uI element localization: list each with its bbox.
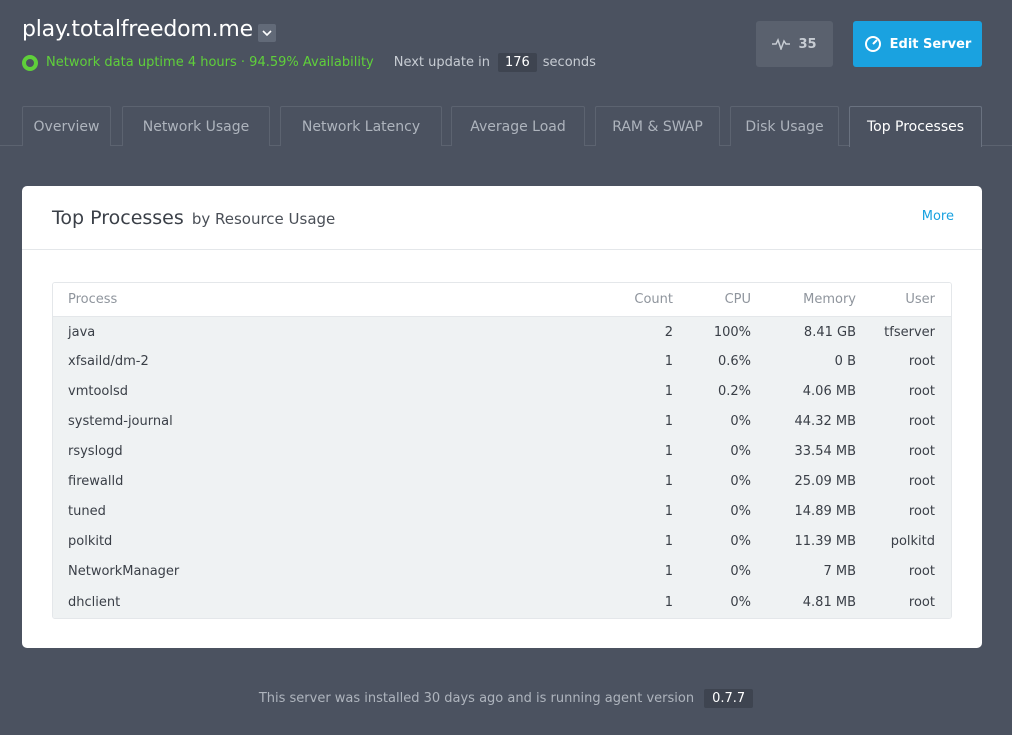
cell-memory: 4.06 MB (802, 383, 856, 399)
processes-table: Process Count CPU Memory User java 2 100% 8… (52, 282, 952, 619)
tab-overview[interactable]: Overview (22, 106, 111, 146)
column-header-cpu[interactable]: CPU (673, 283, 751, 317)
countdown-badge: 176 (497, 53, 537, 72)
tab-network-usage[interactable]: Network Usage (122, 106, 270, 146)
table-header-row: Process Count CPU Memory User (53, 283, 951, 317)
agent-version-badge: 0.7.7 (704, 689, 754, 708)
cell-count: 2 (664, 324, 673, 340)
server-name: play.totalfreedom.me (22, 17, 253, 42)
cell-cpu: 0% (730, 473, 751, 489)
cell-count: 1 (664, 413, 673, 429)
cell-process: tuned (68, 503, 106, 519)
table-row: vmtoolsd 1 0.2% 4.06 MB root (53, 376, 951, 406)
activity-button[interactable]: 35 (756, 21, 833, 67)
cell-memory: 33.54 MB (794, 443, 856, 459)
tab-ram-swap[interactable]: RAM & SWAP (595, 106, 720, 146)
cell-process: firewalld (68, 473, 124, 489)
cell-process: systemd-journal (68, 413, 173, 429)
cell-user: root (908, 413, 935, 429)
uptime-text: Network data uptime 4 hours · 94.59% Ava… (46, 55, 374, 70)
column-header-process[interactable]: Process (53, 283, 593, 317)
cell-cpu: 0% (730, 503, 751, 519)
status-line: Network data uptime 4 hours · 94.59% Ava… (22, 53, 596, 72)
cell-count: 1 (664, 443, 673, 459)
cell-user: root (908, 383, 935, 399)
cell-process: NetworkManager (68, 563, 180, 579)
column-header-user[interactable]: User (856, 283, 951, 317)
edit-server-label: Edit Server (889, 36, 972, 52)
next-update-label: Next update in (393, 55, 490, 70)
top-processes-card: Top Processes by Resource Usage More Pro… (22, 186, 982, 648)
cell-count: 1 (664, 383, 673, 399)
cell-memory: 44.32 MB (794, 413, 856, 429)
table-row: rsyslogd 1 0% 33.54 MB root (53, 436, 951, 466)
cell-memory: 14.89 MB (794, 503, 856, 519)
column-header-count[interactable]: Count (593, 283, 673, 317)
cell-user: root (908, 503, 935, 519)
cell-process: xfsaild/dm-2 (68, 353, 149, 369)
card-subtitle: by Resource Usage (191, 210, 336, 228)
cell-process: rsyslogd (68, 443, 123, 459)
cell-count: 1 (664, 533, 673, 549)
cell-user: polkitd (890, 533, 935, 549)
card-header: Top Processes by Resource Usage More (22, 186, 982, 250)
card-title: Top Processes by Resource Usage (52, 207, 335, 229)
cell-cpu: 0% (730, 563, 751, 579)
cell-user: root (908, 473, 935, 489)
cell-user: root (908, 443, 935, 459)
cell-user: tfserver (884, 324, 935, 340)
cell-cpu: 0.6% (717, 353, 751, 369)
cell-memory: 4.81 MB (802, 594, 856, 610)
server-dropdown-button[interactable] (258, 24, 276, 42)
seconds-label: seconds (542, 55, 596, 70)
cell-count: 1 (664, 473, 673, 489)
tab-network-latency[interactable]: Network Latency (280, 106, 442, 146)
cell-cpu: 0.2% (717, 383, 751, 399)
tab-disk-usage[interactable]: Disk Usage (730, 106, 839, 146)
table-row: tuned 1 0% 14.89 MB root (53, 496, 951, 526)
cell-memory: 7 MB (823, 563, 856, 579)
cell-count: 1 (664, 563, 673, 579)
table-row: dhclient 1 0% 4.81 MB root (53, 586, 951, 618)
edit-server-button[interactable]: Edit Server (853, 21, 982, 67)
table-row: NetworkManager 1 0% 7 MB root (53, 556, 951, 586)
cell-cpu: 0% (730, 443, 751, 459)
table-row: xfsaild/dm-2 1 0.6% 0 B root (53, 346, 951, 376)
table-row: systemd-journal 1 0% 44.32 MB root (53, 406, 951, 436)
cell-cpu: 0% (730, 533, 751, 549)
table-row: java 2 100% 8.41 GB tfserver (53, 316, 951, 346)
footer: This server was installed 30 days ago an… (0, 689, 1012, 708)
status-dot-icon (22, 54, 38, 71)
cell-process: vmtoolsd (68, 383, 128, 399)
cell-user: root (908, 594, 935, 610)
chevron-down-icon (262, 30, 272, 36)
cell-cpu: 0% (730, 594, 751, 610)
table-row: firewalld 1 0% 25.09 MB root (53, 466, 951, 496)
cell-user: root (908, 353, 935, 369)
tab-top-processes[interactable]: Top Processes (849, 106, 982, 147)
pulse-icon (772, 38, 791, 50)
cell-process: dhclient (68, 594, 121, 610)
cell-memory: 25.09 MB (794, 473, 856, 489)
cell-memory: 11.39 MB (794, 533, 856, 549)
column-header-memory[interactable]: Memory (751, 283, 856, 317)
cell-count: 1 (664, 503, 673, 519)
cell-process: java (68, 324, 96, 340)
footer-text: This server was installed 30 days ago an… (258, 691, 695, 706)
cell-count: 1 (664, 353, 673, 369)
table-row: polkitd 1 0% 11.39 MB polkitd (53, 526, 951, 556)
tab-average-load[interactable]: Average Load (451, 106, 585, 146)
edit-gauge-icon (864, 36, 881, 52)
card-title-text: Top Processes (52, 207, 184, 229)
cell-memory: 0 B (834, 353, 856, 369)
cell-user: root (908, 563, 935, 579)
cell-count: 1 (664, 594, 673, 610)
cell-process: polkitd (68, 533, 113, 549)
cell-cpu: 0% (730, 413, 751, 429)
more-link[interactable]: More (922, 209, 954, 224)
activity-count: 35 (798, 36, 817, 52)
cell-cpu: 100% (713, 324, 751, 340)
cell-memory: 8.41 GB (803, 324, 856, 340)
